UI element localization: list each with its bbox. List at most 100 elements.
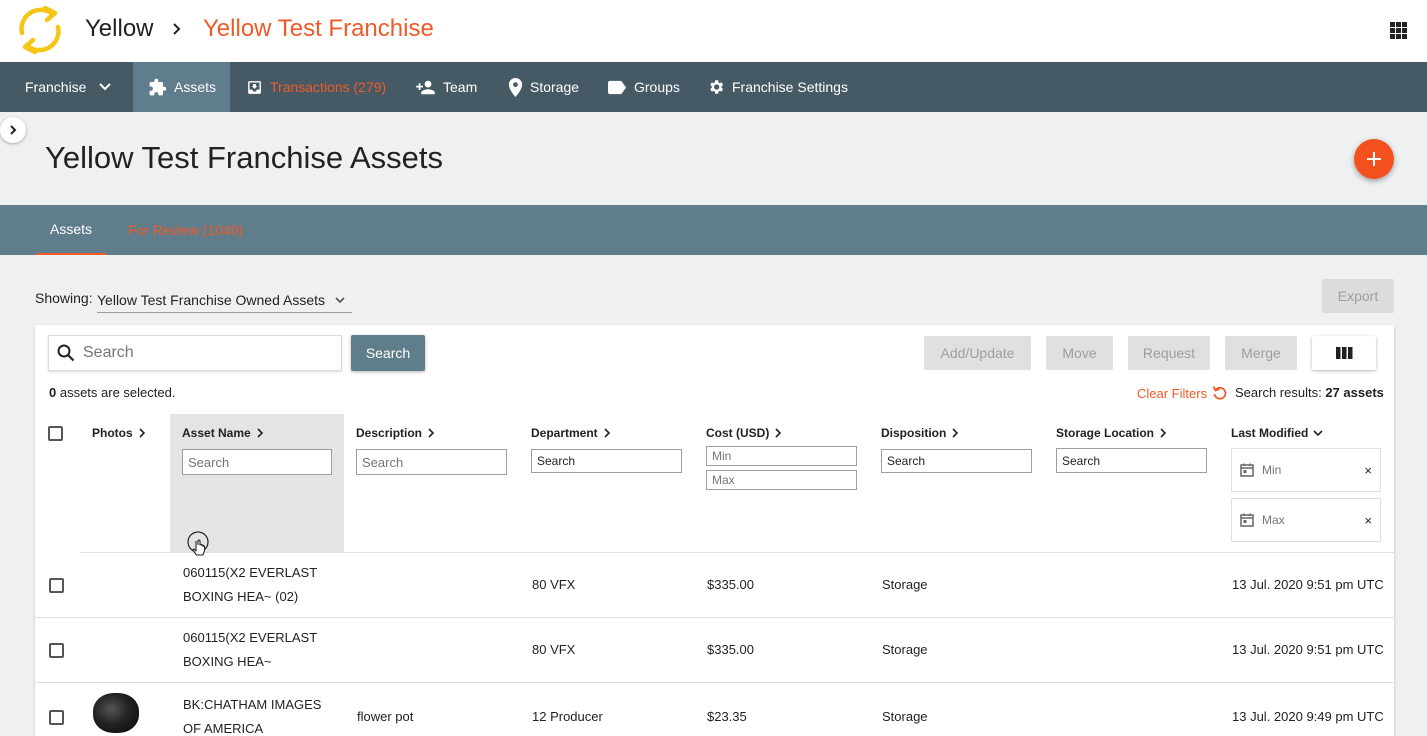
column-header-cost[interactable]: Cost (USD) (706, 426, 782, 440)
search-results: Search results: 27 assets (1235, 385, 1384, 400)
tab-assets[interactable]: Assets (36, 205, 107, 255)
franchise-logo[interactable] (15, 6, 65, 54)
storage-location-header-label: Storage Location (1056, 426, 1155, 440)
asset-name-line: 060115(X2 EVERLAST (183, 630, 318, 645)
apps-grid-icon[interactable] (1390, 22, 1407, 39)
column-header-department[interactable]: Department (531, 426, 611, 440)
chevron-down-icon (335, 296, 345, 303)
location-pin-icon (508, 77, 523, 97)
nav-transactions[interactable]: Transactions (279) (246, 62, 386, 112)
nav-settings-label: Franchise Settings (732, 79, 848, 95)
row-checkbox[interactable] (49, 643, 64, 658)
chevron-down-icon (99, 83, 112, 91)
asset-name-line: BOXING HEA~ (02) (183, 589, 299, 604)
showing-select[interactable]: Yellow Test Franchise Owned Assets (97, 287, 352, 313)
disposition-cell: Storage (882, 577, 928, 592)
last-modified-cell: 13 Jul. 2020 9:49 pm UTC (1232, 709, 1384, 724)
request-button[interactable]: Request (1128, 336, 1210, 370)
last-modified-cell: 13 Jul. 2020 9:51 pm UTC (1232, 642, 1384, 657)
nav-groups[interactable]: Groups (608, 62, 680, 112)
asset-name-cell[interactable]: 060115(X2 EVERLAST BOXING HEA~ (02) (183, 561, 317, 609)
cost-cell: $23.35 (707, 709, 747, 724)
disposition-filter[interactable] (881, 449, 1032, 473)
column-header-description[interactable]: Description (356, 426, 435, 440)
photos-header-label: Photos (92, 426, 133, 440)
selected-count: 0 assets are selected. (49, 385, 175, 400)
main-nav: Franchise Assets Transactions (279) Team… (0, 62, 1427, 112)
last-modified-cell: 13 Jul. 2020 9:51 pm UTC (1232, 577, 1384, 592)
department-cell: 80 VFX (532, 642, 576, 657)
asset-photo-thumbnail[interactable] (93, 693, 139, 733)
disposition-header-label: Disposition (881, 426, 947, 440)
nav-transactions-label: Transactions (279) (270, 79, 387, 95)
search-field[interactable] (48, 335, 342, 371)
storage-location-filter[interactable] (1056, 448, 1207, 473)
export-button[interactable]: Export (1322, 279, 1394, 313)
last-modified-header-label: Last Modified (1231, 426, 1309, 440)
asset-name-line: BK:CHATHAM IMAGES (183, 697, 322, 712)
table-row[interactable]: 060115(X2 EVERLAST BOXING HEA~ (02) 80 V… (35, 553, 1394, 618)
clear-filters-link[interactable]: Clear Filters (1137, 384, 1229, 402)
results-count: 27 assets (1325, 385, 1384, 400)
cost-min-filter[interactable] (706, 446, 857, 466)
nav-storage-label: Storage (530, 79, 580, 95)
date-max-filter[interactable]: Max × (1231, 498, 1381, 542)
chevron-right-icon (257, 428, 263, 438)
table-row[interactable]: 060115(X2 EVERLAST BOXING HEA~ 80 VFX $3… (35, 618, 1394, 683)
sidebar-toggle-button[interactable] (0, 117, 26, 143)
add-asset-button[interactable] (1354, 139, 1394, 179)
close-icon[interactable]: × (1364, 513, 1372, 528)
asset-name-cell[interactable]: 060115(X2 EVERLAST BOXING HEA~ (183, 626, 317, 674)
row-checkbox[interactable] (49, 578, 64, 593)
search-input[interactable] (83, 344, 323, 362)
chevron-right-icon (139, 428, 145, 438)
nav-franchise-settings[interactable]: Franchise Settings (707, 62, 848, 112)
cost-max-filter[interactable] (706, 470, 857, 490)
column-header-last-modified[interactable]: Last Modified (1231, 426, 1323, 440)
asset-tabs: Assets For Review (1049) (0, 205, 1427, 255)
columns-button[interactable] (1312, 336, 1376, 370)
showing-label: Showing: (35, 290, 93, 306)
column-header-asset-name[interactable]: Asset Name (182, 426, 264, 440)
nav-storage[interactable]: Storage (508, 62, 579, 112)
row-checkbox[interactable] (49, 710, 64, 725)
column-header-photos[interactable]: Photos (92, 426, 146, 440)
cost-header-label: Cost (USD) (706, 426, 770, 440)
department-filter[interactable] (531, 449, 682, 473)
tab-for-review[interactable]: For Review (1049) (128, 205, 243, 255)
merge-button[interactable]: Merge (1225, 336, 1297, 370)
asset-name-line: OF AMERICA (183, 721, 264, 736)
asset-name-header-label: Asset Name (182, 426, 251, 440)
close-icon[interactable]: × (1364, 463, 1372, 478)
search-button[interactable]: Search (351, 335, 425, 371)
select-all-checkbox[interactable] (48, 426, 63, 441)
nav-franchise-dropdown[interactable]: Franchise (0, 62, 133, 112)
results-label: Search results: (1235, 385, 1326, 400)
asset-name-line: BOXING HEA~ (183, 654, 272, 669)
pointer-cursor-icon (187, 531, 209, 556)
asset-name-cell[interactable]: BK:CHATHAM IMAGES OF AMERICA (183, 693, 321, 736)
label-tag-icon (608, 80, 627, 94)
description-header-label: Description (356, 426, 423, 440)
nav-team[interactable]: Team (415, 62, 477, 112)
breadcrumb-root[interactable]: Yellow (85, 15, 154, 43)
date-min-filter[interactable]: Min × (1231, 448, 1381, 492)
move-button[interactable]: Move (1046, 336, 1113, 370)
tab-assets-label: Assets (50, 221, 93, 237)
reset-icon (1212, 386, 1227, 400)
nav-franchise-label: Franchise (25, 79, 87, 95)
column-header-storage-location[interactable]: Storage Location (1056, 426, 1167, 440)
table-row[interactable]: BK:CHATHAM IMAGES OF AMERICA flower pot … (35, 683, 1394, 736)
breadcrumb-current[interactable]: Yellow Test Franchise (203, 15, 434, 43)
description-filter[interactable] (356, 449, 507, 475)
department-cell: 80 VFX (532, 577, 576, 592)
disposition-cell: Storage (882, 642, 928, 657)
showing-value: Yellow Test Franchise Owned Assets (97, 291, 326, 308)
column-header-disposition[interactable]: Disposition (881, 426, 959, 440)
nav-assets[interactable]: Assets (133, 62, 230, 112)
search-icon (57, 344, 75, 362)
nav-team-label: Team (443, 79, 478, 95)
asset-name-filter[interactable] (182, 449, 332, 475)
add-update-button[interactable]: Add/Update (924, 336, 1031, 370)
chevron-down-icon (1313, 430, 1323, 437)
